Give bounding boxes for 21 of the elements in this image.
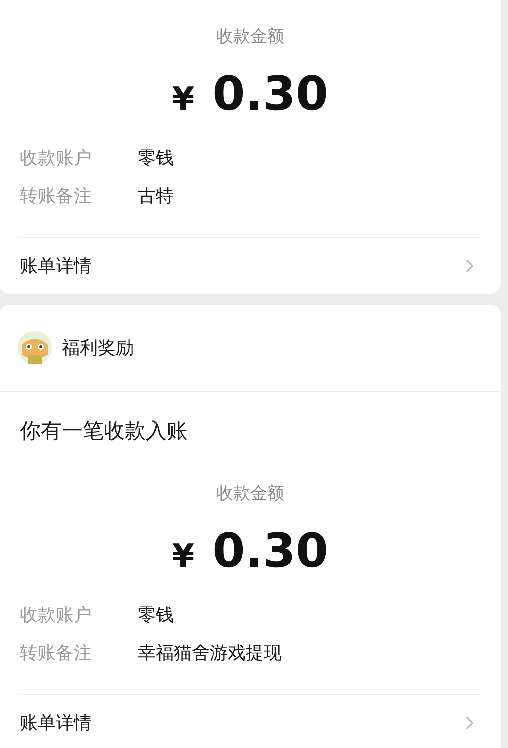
field-value: 零钱 [138, 604, 174, 627]
currency-symbol: ¥ [172, 536, 195, 577]
bill-details-label: 账单详情 [20, 712, 92, 735]
amount-label: 收款金额 [216, 26, 284, 49]
amount-value: 0.30 [212, 524, 329, 580]
amount-value: 0.30 [212, 67, 329, 123]
field-label: 转账备注 [20, 185, 93, 208]
message-title: 你有一笔收款入账 [19, 418, 189, 445]
avatar [18, 331, 52, 365]
field-value: 零钱 [138, 147, 174, 170]
bill-details-label: 账单详情 [20, 255, 92, 278]
amount-label: 收款金额 [216, 483, 284, 506]
bill-details-link[interactable]: 账单详情 [0, 238, 501, 294]
bill-details-link[interactable]: 账单详情 [0, 695, 501, 748]
field-label: 转账备注 [20, 642, 93, 665]
field-value: 古特 [138, 185, 174, 208]
field-label: 收款账户 [20, 147, 93, 170]
sender-name: 福利奖励 [62, 337, 134, 360]
field-label: 收款账户 [20, 604, 93, 627]
currency-symbol: ¥ [172, 79, 195, 120]
field-value: 幸福猫舍游戏提现 [138, 642, 282, 665]
